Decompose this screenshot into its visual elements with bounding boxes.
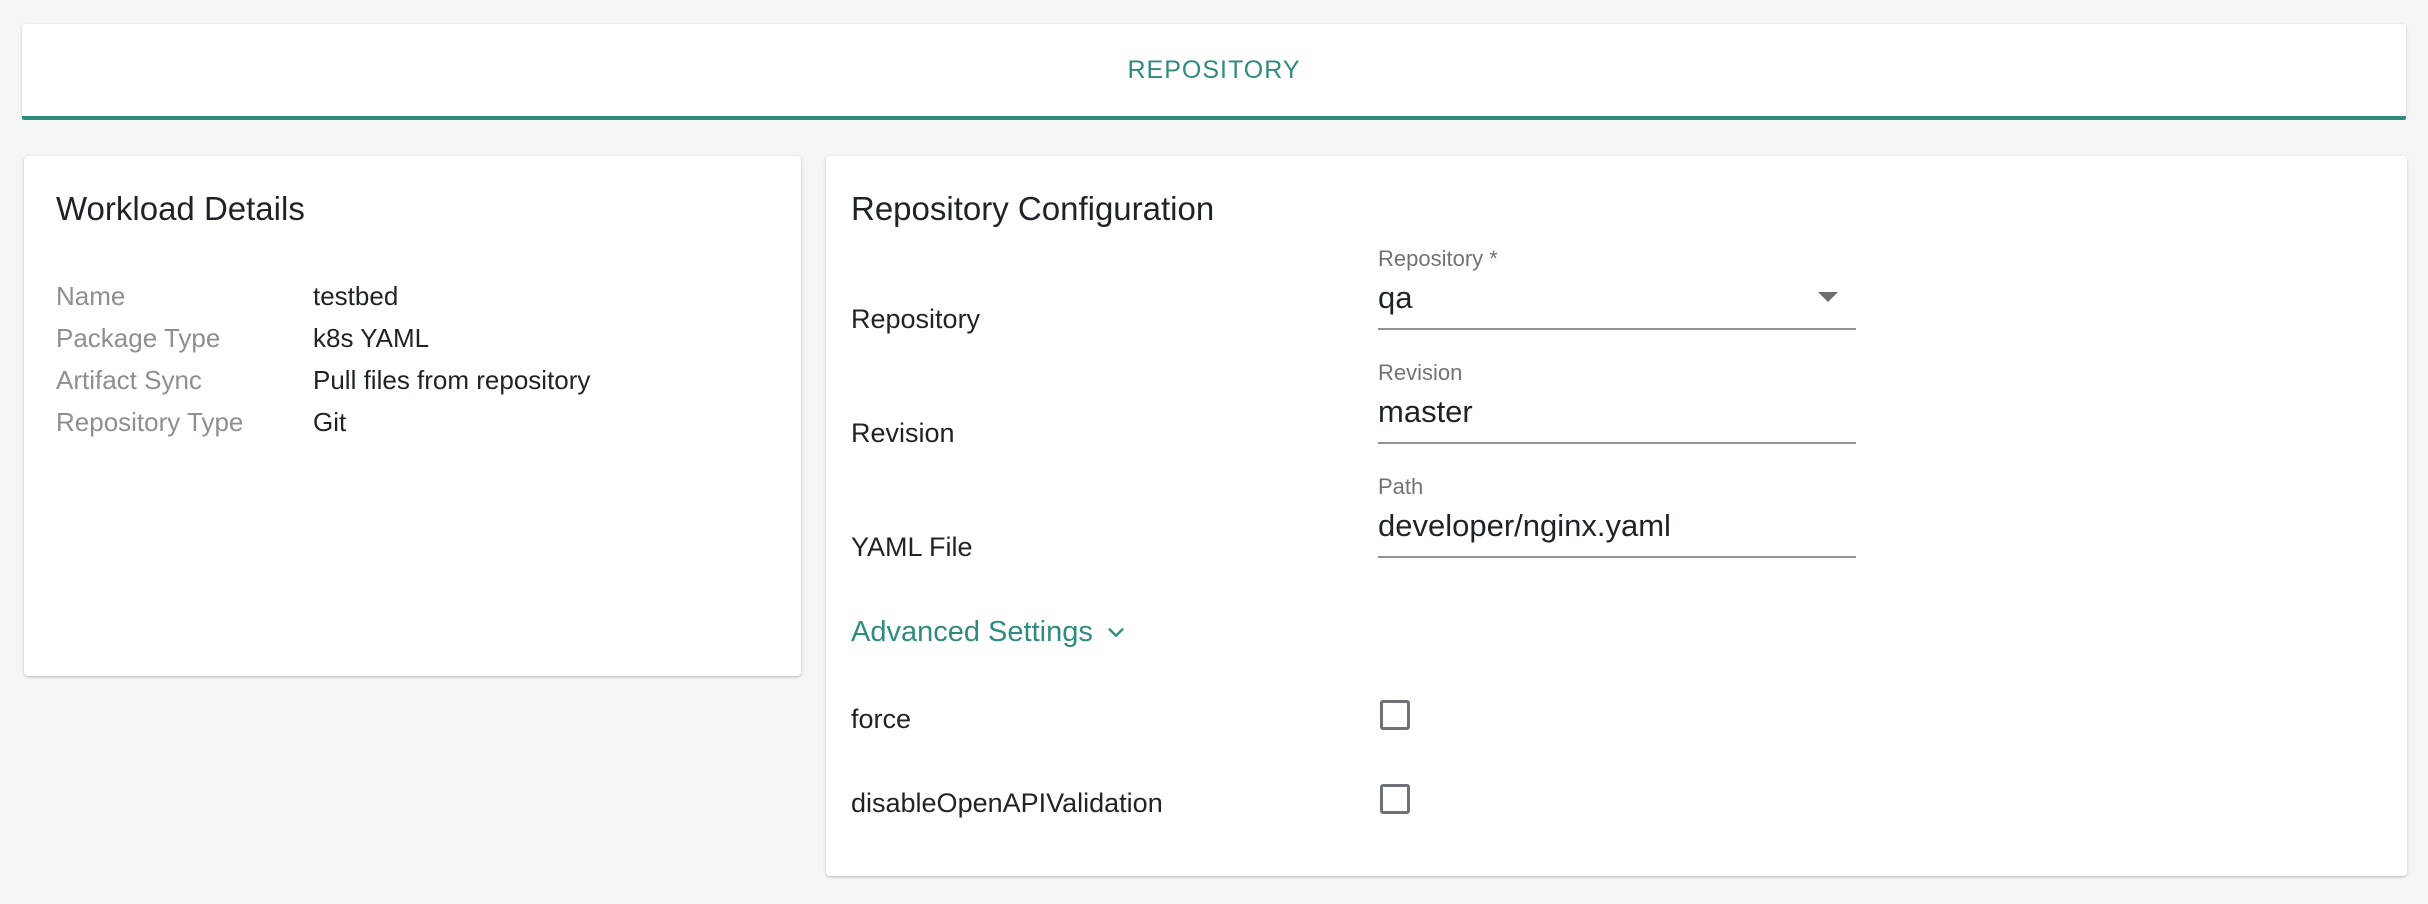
tab-bar: REPOSITORY — [22, 24, 2406, 120]
active-tab-indicator — [22, 116, 2406, 120]
force-option-label: force — [851, 704, 912, 734]
tab-repository-label: REPOSITORY — [1127, 55, 1301, 84]
detail-value: Git — [313, 407, 347, 437]
chevron-down-icon — [1818, 292, 1838, 302]
detail-label: Artifact Sync — [56, 365, 202, 395]
repository-select-value: qa — [1378, 280, 1413, 315]
revision-input[interactable] — [1378, 394, 1818, 430]
repository-configuration-card: Repository Configuration Repository Repo… — [826, 156, 2407, 876]
repository-row-label: Repository — [851, 304, 981, 334]
field-underline — [1378, 328, 1856, 330]
repository-select[interactable]: Repository * qa — [1378, 246, 1856, 336]
tab-repository[interactable]: REPOSITORY — [22, 24, 2406, 116]
path-field: Path — [1378, 474, 1856, 564]
detail-value: k8s YAML — [313, 323, 430, 353]
detail-label: Name — [56, 281, 126, 311]
detail-label: Repository Type — [56, 407, 244, 437]
field-underline — [1378, 442, 1856, 444]
detail-value: Pull files from repository — [313, 365, 591, 395]
detail-label: Package Type — [56, 323, 221, 353]
workload-details-card: Workload Details Name testbed Package Ty… — [24, 156, 801, 676]
repository-configuration-title: Repository Configuration — [851, 190, 1215, 227]
chevron-down-icon — [1108, 627, 1124, 637]
path-field-label: Path — [1378, 474, 1424, 499]
advanced-settings-label: Advanced Settings — [851, 616, 1093, 648]
advanced-settings-toggle[interactable]: Advanced Settings — [851, 616, 1127, 649]
field-underline — [1378, 556, 1856, 558]
revision-field: Revision — [1378, 360, 1856, 450]
disable-openapi-validation-checkbox[interactable] — [1380, 784, 1410, 814]
disable-openapi-validation-label: disableOpenAPIValidation — [851, 788, 1163, 818]
path-input[interactable] — [1378, 508, 1818, 544]
workload-details-title: Workload Details — [56, 190, 305, 227]
revision-field-label: Revision — [1378, 360, 1463, 385]
repository-field-label: Repository * — [1378, 246, 1498, 271]
yaml-file-row-label: YAML File — [851, 532, 973, 562]
force-checkbox[interactable] — [1380, 700, 1410, 730]
revision-row-label: Revision — [851, 418, 955, 448]
detail-value: testbed — [313, 281, 399, 311]
